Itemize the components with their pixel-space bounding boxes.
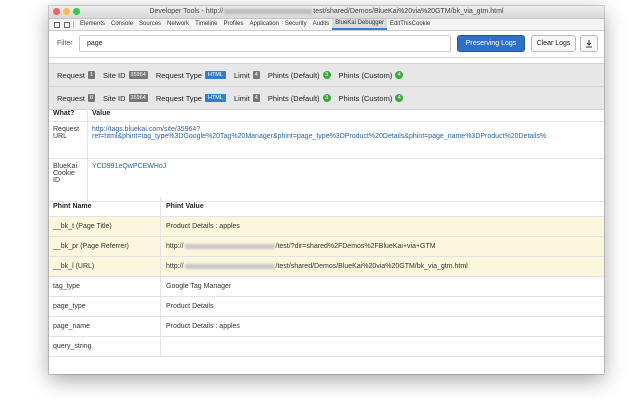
phint-name: page_name: [53, 323, 90, 330]
request-number-badge: 8: [87, 94, 95, 102]
tab-application[interactable]: Application: [247, 19, 282, 30]
redacted-host: [184, 264, 275, 269]
phint-value: Google Tag Manager: [160, 277, 604, 296]
device-icon[interactable]: [64, 21, 70, 28]
phints-header: Phint Name Phint Value: [49, 197, 604, 217]
tab-editthiscookie[interactable]: EditThisCookie: [387, 19, 433, 30]
phint-value: Product Details : apples: [160, 317, 604, 336]
tab-console[interactable]: Console: [108, 19, 136, 30]
tab-profiles[interactable]: Profiles: [221, 19, 247, 30]
phint-row: __bk_t (Page Title) Product Details : app…: [49, 217, 604, 237]
phint-name: __bk_t (Page Title): [53, 223, 112, 230]
request-url-row: Request URL http://tags.bluekai.com/site/…: [49, 122, 604, 159]
phint-name: page_type: [53, 303, 86, 310]
phint-name-header: Phint Name: [53, 203, 92, 210]
title-suffix: test/shared/Demos/BlueKai%20via%20GTM/bk…: [313, 8, 504, 15]
filter-input[interactable]: page: [79, 35, 451, 52]
request-number-badge: 1: [87, 71, 95, 79]
phints-default: Phints (Default) 3: [268, 94, 331, 103]
cookie-id-row: BlueKai Cookie ID YCD991eQwPCEWHoJ: [49, 159, 604, 202]
tab-network[interactable]: Network: [164, 19, 192, 30]
devtools-window: Developer Tools - http:// test/shared/Dem…: [49, 6, 604, 374]
request-url-value[interactable]: http://tags.bluekai.com/site/35964? ret=h…: [87, 122, 550, 158]
request-type-badge: HTML: [204, 94, 226, 102]
phint-row: __bk_pr (Page Referrer) http:///test/?dir…: [49, 237, 604, 257]
site-id-badge: 35964: [128, 71, 148, 79]
phint-value: [160, 337, 604, 356]
phints-custom-count: 4: [395, 94, 404, 102]
request-url-label: Request URL: [53, 126, 80, 140]
window-title: Developer Tools - http:// test/shared/Dem…: [49, 6, 604, 18]
site-id: Site ID 35964: [103, 93, 148, 103]
phint-name: tag_type: [53, 283, 80, 290]
download-icon: [586, 40, 592, 48]
phints-custom: Phints (Custom) 4: [339, 94, 404, 103]
phint-value-header: Phint Value: [160, 197, 604, 216]
request-type-badge: HTML: [204, 71, 226, 79]
redacted-host: [224, 8, 313, 14]
cookie-id-value: YCD991eQwPCEWHoJ: [87, 159, 170, 201]
title-prefix: Developer Tools - http://: [149, 8, 224, 15]
site-id: Site ID 35964: [103, 70, 148, 80]
tab-elements[interactable]: Elements: [77, 19, 108, 30]
tab-audits[interactable]: Audits: [310, 19, 333, 30]
phint-name: query_string: [53, 343, 92, 350]
divider: [73, 21, 74, 28]
request-info-table: What? Value Request URL http://tags.bluek…: [49, 106, 604, 202]
limit: Limit 4: [233, 93, 260, 103]
request-label: Request 8: [57, 93, 95, 103]
limit: Limit 4: [233, 70, 260, 80]
tab-sources[interactable]: Sources: [136, 19, 164, 30]
request-label: Request 1: [57, 70, 95, 80]
request-type: Request Type HTML: [156, 71, 226, 80]
request-type: Request Type HTML: [156, 94, 226, 103]
phint-value: http:///test/?dir=shared%2FDemos%2FBlueK…: [160, 237, 604, 256]
cookie-id-label: BlueKai Cookie ID: [53, 163, 78, 184]
tab-security[interactable]: Security: [282, 19, 310, 30]
phint-row: query_string: [49, 337, 604, 357]
tab-timeline[interactable]: Timeline: [192, 19, 220, 30]
phint-name: __bk_l (URL): [53, 263, 95, 270]
phint-value: Product Details: [160, 297, 604, 316]
phints-default: Phints (Default) 3: [268, 71, 331, 80]
site-id-badge: 35964: [128, 94, 148, 102]
phints-custom-count: 4: [395, 71, 404, 79]
phint-value: http:///test/shared/Demos/BlueKai%20via%…: [160, 257, 604, 276]
request-row[interactable]: Request 1 Site ID 35964 Request Type HTML Limi…: [49, 63, 604, 87]
phints-custom: Phints (Custom) 4: [339, 71, 404, 80]
phints-default-count: 3: [322, 71, 331, 79]
phint-row: page_type Product Details: [49, 297, 604, 317]
title-bar: Developer Tools - http:// test/shared/Dem…: [49, 6, 604, 19]
what-header: What?: [53, 110, 75, 117]
devtools-tab-bar: Elements Console Sources Network Timeline Pro…: [49, 19, 604, 31]
limit-badge: 4: [252, 71, 260, 79]
tab-bluekai-debugger[interactable]: BlueKai Debugger: [332, 19, 387, 30]
phint-row: page_name Product Details : apples: [49, 317, 604, 337]
phint-name: __bk_pr (Page Referrer): [53, 243, 129, 250]
info-header: What? Value: [49, 106, 604, 122]
limit-badge: 4: [252, 94, 260, 102]
phint-row: tag_type Google Tag Manager: [49, 277, 604, 297]
filter-label: Filter: [57, 40, 73, 47]
redacted-host: [184, 244, 275, 249]
value-header: Value: [87, 106, 114, 121]
inspect-icon[interactable]: [54, 21, 60, 28]
phints-default-count: 3: [322, 94, 331, 102]
phints-table: Phint Name Phint Value __bk_t (Page Titl…: [49, 197, 604, 357]
download-button[interactable]: [580, 35, 598, 52]
phint-row: __bk_l (URL) http:///test/shared/Demos/Bl…: [49, 257, 604, 277]
preserving-logs-button[interactable]: Preserving Logs: [457, 35, 525, 52]
phint-value: Product Details : apples: [160, 217, 604, 236]
debugger-toolbar: Filter page Preserving Logs Clear Logs: [49, 31, 604, 58]
clear-logs-button[interactable]: Clear Logs: [531, 35, 576, 52]
